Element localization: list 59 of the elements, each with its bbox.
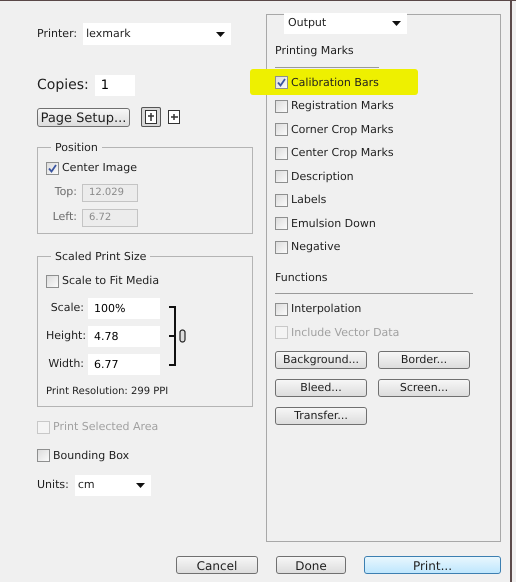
checkbox-label: Print Selected Area	[53, 419, 158, 435]
dialog-button[interactable]: Screen...	[378, 379, 470, 397]
caret-icon	[392, 21, 401, 26]
checkbox[interactable]	[275, 302, 288, 316]
units-dropdown[interactable]: cm	[74, 475, 151, 496]
checkbox[interactable]	[46, 274, 59, 288]
field-label: Left:	[52, 209, 78, 226]
copies-label: Copies:	[37, 76, 89, 95]
checkmark-icon	[48, 164, 57, 173]
field-label: Height:	[46, 328, 88, 344]
checkbox[interactable]	[275, 240, 288, 254]
print-resolution: Print Resolution: 299 PPI	[46, 384, 170, 398]
checkbox[interactable]	[275, 217, 288, 230]
output-dropdown[interactable]: Output	[284, 13, 407, 34]
printer-dropdown[interactable]: lexmark	[83, 23, 232, 45]
field-label: Scale:	[50, 300, 85, 316]
checkbox-label: Center Crop Marks	[291, 145, 394, 161]
dialog-button[interactable]: Transfer...	[275, 407, 367, 425]
section-title: Functions	[275, 270, 329, 286]
print-button[interactable]: Print...	[364, 556, 501, 574]
checkbox-label: Description	[291, 168, 354, 184]
copies-field[interactable]: 1	[94, 75, 135, 96]
size-field[interactable]: 100%	[88, 298, 160, 318]
checkbox[interactable]	[275, 170, 288, 184]
portrait-button[interactable]	[141, 107, 161, 127]
checkbox-label: Scale to Fit Media	[62, 273, 160, 289]
caret-icon	[136, 483, 145, 488]
checkbox[interactable]	[275, 76, 288, 90]
dialog-button[interactable]: Border...	[378, 351, 470, 369]
checkbox-label: Emulsion Down	[291, 216, 376, 232]
checkbox[interactable]	[275, 146, 288, 160]
checkbox[interactable]	[37, 449, 50, 462]
section-title: Printing Marks	[275, 43, 355, 59]
page-setup-button[interactable]: Page Setup...	[37, 108, 130, 126]
checkbox-label: Registration Marks	[291, 98, 394, 114]
dialog-button[interactable]: Done	[276, 556, 346, 574]
checkbox-label: Interpolation	[291, 301, 362, 317]
dialog-button[interactable]: Cancel	[176, 556, 258, 574]
dialog-button[interactable]: Background...	[275, 351, 367, 369]
checkbox-label: Bounding Box	[53, 448, 130, 464]
field-label: Width:	[47, 356, 85, 372]
checkbox-label: Negative	[291, 239, 340, 255]
size-field[interactable]: 6.77	[88, 354, 160, 374]
dialog-button[interactable]: Bleed...	[275, 379, 367, 397]
units-label: Units:	[37, 477, 69, 494]
field-label: Top:	[54, 184, 78, 200]
checkbox-label: Labels	[291, 192, 326, 208]
checkbox-label: Corner Crop Marks	[291, 122, 394, 138]
caret-icon	[216, 32, 226, 36]
size-field[interactable]: 4.78	[88, 326, 160, 346]
checkbox[interactable]	[46, 162, 59, 175]
checkbox-label: Center Image	[62, 160, 137, 176]
checkbox-label: Calibration Bars	[291, 74, 379, 90]
checkbox-label: Include Vector Data	[291, 324, 400, 340]
checkmark-icon	[277, 78, 286, 88]
checkbox[interactable]	[275, 123, 288, 136]
checkbox[interactable]	[275, 194, 288, 207]
printer-label: Printer:	[37, 26, 78, 42]
checkbox[interactable]	[275, 100, 288, 113]
